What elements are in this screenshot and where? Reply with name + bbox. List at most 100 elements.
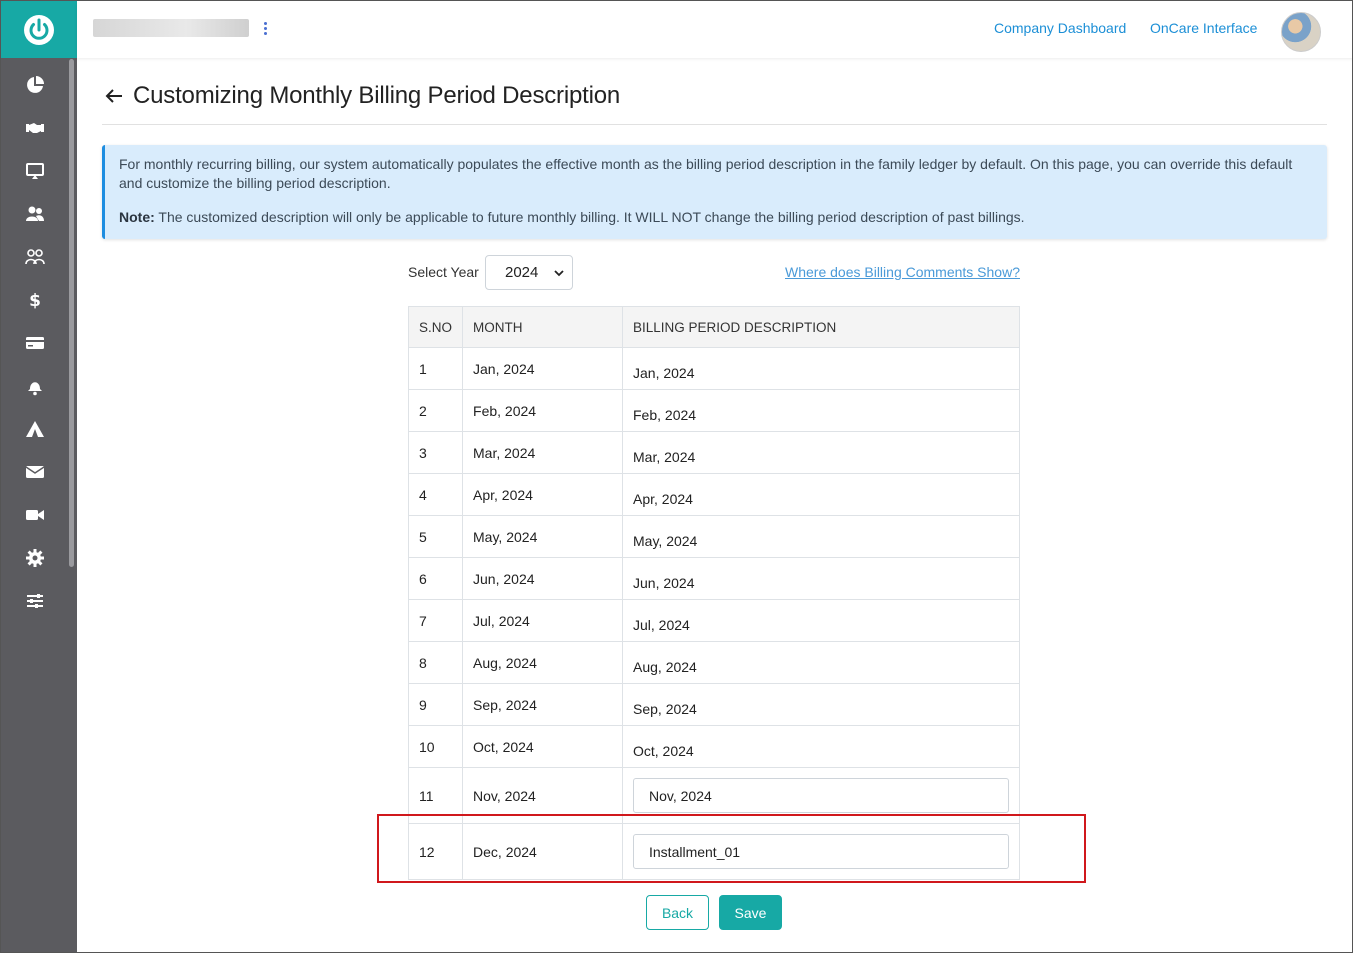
- month-cell: Oct, 2024: [462, 725, 623, 768]
- gear-icon: [26, 548, 44, 567]
- sno-cell: 1: [407, 347, 464, 390]
- month-cell: Jul, 2024: [462, 599, 623, 642]
- page-header: Customizing Monthly Billing Period Descr…: [103, 82, 620, 110]
- year-select-value: 2024: [505, 264, 539, 281]
- table-row: 5 May, 2024 May, 2024: [407, 515, 1020, 558]
- table-row: 11 Nov, 2024 Nov, 2024: [407, 767, 1020, 824]
- table-row: 3 Mar, 2024 Mar, 2024: [407, 431, 1020, 474]
- sno-cell: 12: [407, 823, 464, 880]
- table-header-row: S.NO MONTH BILLING PERIOD DESCRIPTION: [407, 306, 1020, 348]
- sno-cell: 9: [407, 683, 464, 726]
- more-options-icon[interactable]: [261, 21, 269, 37]
- sidebar-item-display[interactable]: [1, 149, 69, 192]
- description-cell: Apr, 2024: [622, 473, 1020, 516]
- month-cell: Apr, 2024: [462, 473, 623, 516]
- credit-card-icon: [26, 336, 44, 349]
- month-cell: Dec, 2024: [462, 823, 623, 880]
- sidebar-item-camps[interactable]: [1, 407, 69, 450]
- oncare-interface-link[interactable]: OnCare Interface: [1150, 20, 1257, 36]
- description-cell: May, 2024: [622, 515, 1020, 558]
- month-cell: Jan, 2024: [462, 347, 623, 390]
- description-cell: Installment_01: [622, 823, 1020, 880]
- page-title: Customizing Monthly Billing Period Descr…: [133, 82, 621, 109]
- sidebar-item-notifications[interactable]: [1, 364, 69, 407]
- description-cell: Mar, 2024: [622, 431, 1020, 474]
- description-input-nov[interactable]: Nov, 2024: [633, 778, 1009, 813]
- note-label: Note:: [119, 209, 155, 225]
- main-content: Customizing Monthly Billing Period Descr…: [77, 58, 1352, 952]
- billing-comments-help-link[interactable]: Where does Billing Comments Show?: [785, 264, 1020, 280]
- sno-cell: 11: [407, 767, 464, 824]
- table-row: 9 Sep, 2024 Sep, 2024: [407, 683, 1020, 726]
- month-cell: Jun, 2024: [462, 557, 623, 600]
- svg-text:$: $: [29, 291, 41, 310]
- sno-cell: 2: [407, 389, 464, 432]
- billing-period-table: S.NO MONTH BILLING PERIOD DESCRIPTION 1J…: [407, 306, 1020, 880]
- family-icon: [25, 248, 45, 264]
- sidebar-item-messages[interactable]: [1, 450, 69, 493]
- month-cell: May, 2024: [462, 515, 623, 558]
- top-bar: Company Dashboard OnCare Interface: [77, 1, 1352, 58]
- info-text: For monthly recurring billing, our syste…: [119, 156, 1293, 191]
- month-cell: Aug, 2024: [462, 641, 623, 684]
- description-cell: Jan, 2024: [622, 347, 1020, 390]
- pie-chart-icon: [27, 75, 44, 93]
- table-row: 6 Jun, 2024 Jun, 2024: [407, 557, 1020, 600]
- back-arrow-icon[interactable]: [103, 85, 125, 107]
- sno-cell: 10: [407, 725, 464, 768]
- description-cell: Oct, 2024: [622, 725, 1020, 768]
- back-button[interactable]: Back: [646, 895, 709, 930]
- table-row: 4 Apr, 2024 Apr, 2024: [407, 473, 1020, 516]
- video-icon: [26, 509, 44, 520]
- sidebar-item-dashboard[interactable]: [1, 63, 69, 106]
- company-name-redacted: [93, 19, 249, 37]
- app-logo[interactable]: [1, 1, 77, 58]
- monitor-icon: [26, 162, 44, 179]
- note-text: The customized description will only be …: [154, 209, 1025, 225]
- sidebar-scrollbar[interactable]: [69, 59, 74, 567]
- sno-cell: 3: [407, 431, 464, 474]
- handshake-icon: [26, 122, 44, 133]
- sidebar-item-users[interactable]: [1, 192, 69, 235]
- dollar-icon: $: [29, 291, 41, 310]
- power-logo-icon: [24, 14, 54, 45]
- sno-cell: 5: [407, 515, 464, 558]
- description-cell: Aug, 2024: [622, 641, 1020, 684]
- sno-cell: 4: [407, 473, 464, 516]
- app-window: $ Company Dashboard OnCare Interface Cus…: [0, 0, 1353, 953]
- camp-icon: [26, 420, 44, 437]
- chevron-down-icon: [554, 270, 564, 277]
- users-icon: [26, 206, 44, 221]
- save-button[interactable]: Save: [719, 895, 782, 930]
- sidebar-item-families[interactable]: [1, 235, 69, 278]
- sidebar: $: [1, 1, 77, 952]
- year-select[interactable]: 2024: [485, 255, 573, 290]
- table-row: 1 Jan, 2024 Jan, 2024: [407, 347, 1020, 390]
- info-note: Note: The customized description will on…: [119, 208, 1313, 227]
- sno-cell: 8: [407, 641, 464, 684]
- user-avatar[interactable]: [1281, 12, 1321, 52]
- month-cell: Sep, 2024: [462, 683, 623, 726]
- sidebar-item-billing[interactable]: $: [1, 278, 69, 321]
- column-header-month: MONTH: [462, 306, 623, 348]
- sidebar-nav: $: [1, 63, 69, 622]
- sidebar-item-video[interactable]: [1, 493, 69, 536]
- sno-cell: 7: [407, 599, 464, 642]
- table-row: 2 Feb, 2024 Feb, 2024: [407, 389, 1020, 432]
- envelope-icon: [25, 465, 45, 478]
- table-row: 10 Oct, 2024 Oct, 2024: [407, 725, 1020, 768]
- month-cell: Feb, 2024: [462, 389, 623, 432]
- bell-user-icon: [28, 381, 42, 395]
- description-cell: Sep, 2024: [622, 683, 1020, 726]
- sidebar-item-partners[interactable]: [1, 106, 69, 149]
- sidebar-item-preferences[interactable]: [1, 579, 69, 622]
- sno-cell: 6: [407, 557, 464, 600]
- description-input-dec[interactable]: Installment_01: [633, 834, 1009, 869]
- company-dashboard-link[interactable]: Company Dashboard: [994, 20, 1126, 36]
- description-cell: Feb, 2024: [622, 389, 1020, 432]
- description-cell: Jun, 2024: [622, 557, 1020, 600]
- sidebar-item-payments[interactable]: [1, 321, 69, 364]
- description-cell: Jul, 2024: [622, 599, 1020, 642]
- column-header-description: BILLING PERIOD DESCRIPTION: [622, 306, 1020, 348]
- sidebar-item-settings[interactable]: [1, 536, 69, 579]
